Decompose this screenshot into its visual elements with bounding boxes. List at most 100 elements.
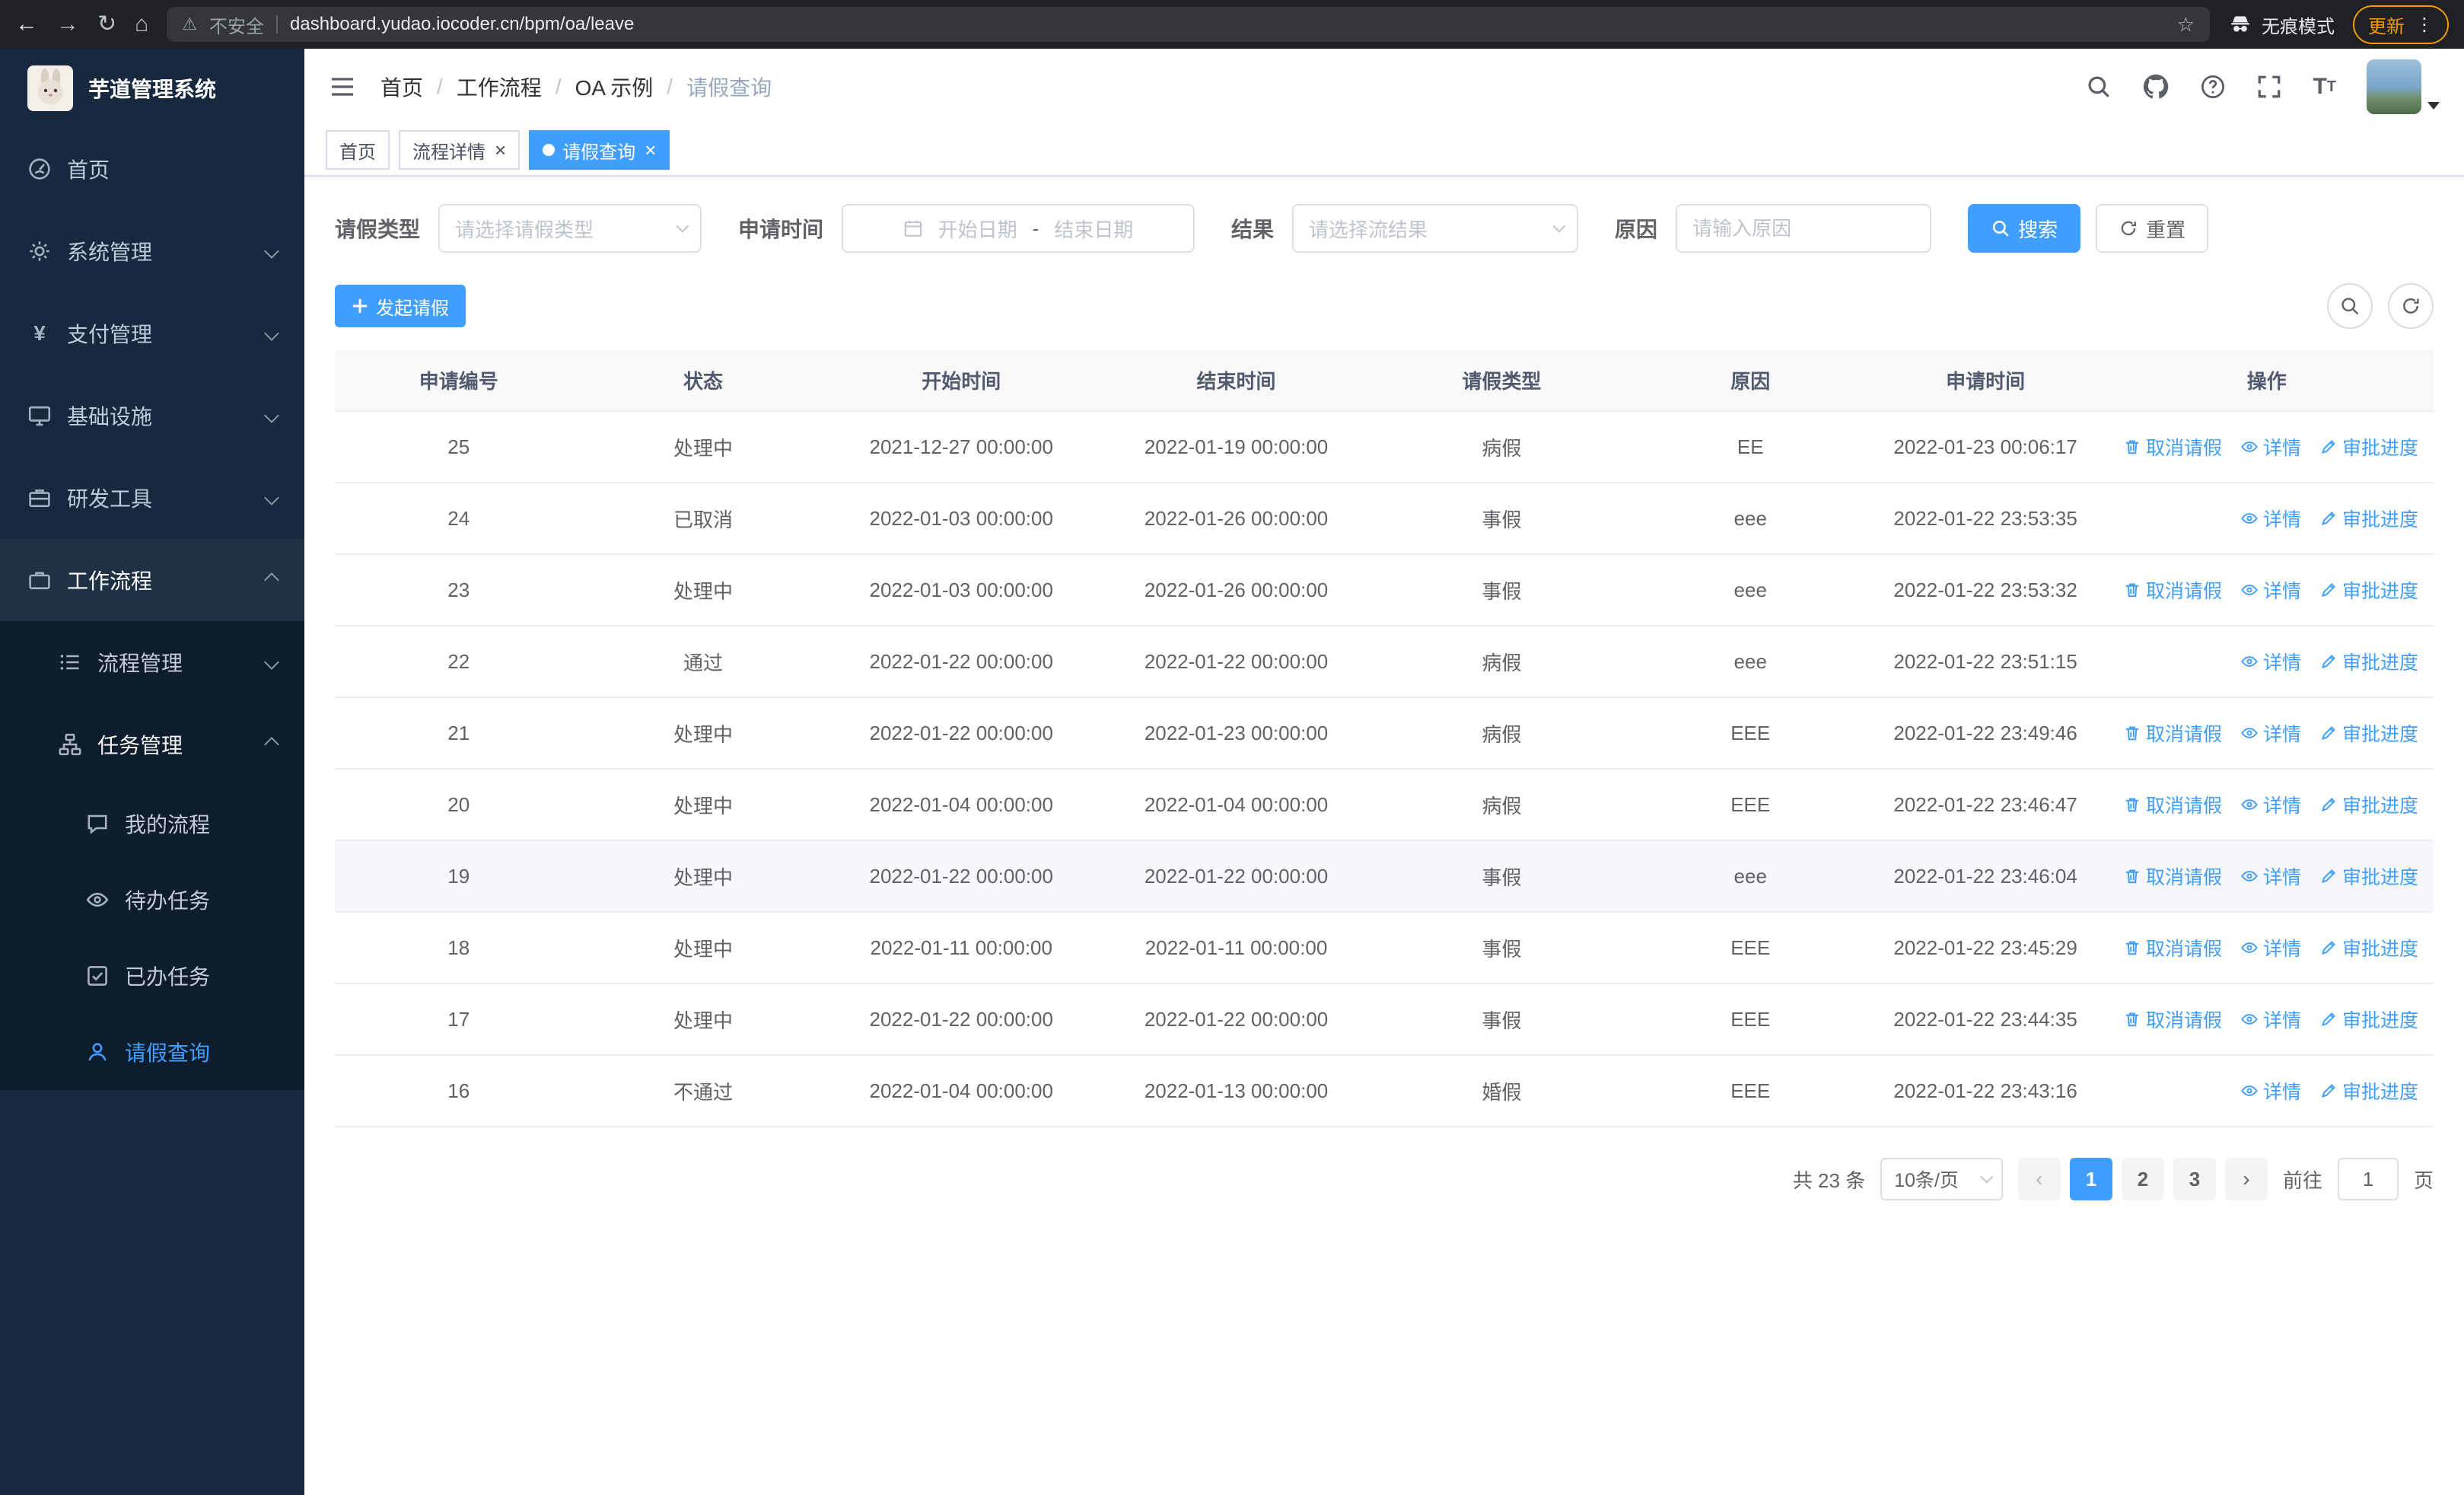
address-bar[interactable]: ⚠ 不安全 dashboard.yudao.iocoder.cn/bpm/oa/…	[167, 7, 2210, 42]
goto-page-input[interactable]	[2337, 1158, 2399, 1200]
action-detail-link[interactable]: 详情	[2240, 1077, 2301, 1105]
action-progress-link[interactable]: 审批进度	[2319, 934, 2418, 961]
browser-home-icon[interactable]: ⌂	[135, 13, 148, 36]
page-button-1[interactable]: 1	[2069, 1158, 2112, 1200]
cell-reason: eee	[1629, 840, 1871, 913]
browser-update-button[interactable]: 更新 ⋮	[2353, 5, 2449, 44]
sidebar-item-devtools[interactable]: 研发工具	[0, 457, 304, 539]
sidebar-item-done-tasks[interactable]: 已办任务	[0, 938, 304, 1014]
user-menu[interactable]	[2367, 59, 2440, 114]
chevron-down-icon	[1552, 219, 1566, 233]
action-detail-link[interactable]: 详情	[2240, 791, 2301, 818]
leave-table: 申请编号 状态 开始时间 结束时间 请假类型 原因 申请时间 操作 25 处理中 2…	[335, 350, 2434, 1127]
action-detail-link[interactable]: 详情	[2240, 934, 2301, 961]
help-icon[interactable]	[2200, 74, 2226, 100]
security-warning-label[interactable]: 不安全	[209, 11, 264, 38]
cell-end-time: 2022-01-22 00:00:00	[1098, 626, 1374, 698]
github-icon[interactable]	[2142, 73, 2170, 100]
breadcrumb-item[interactable]: OA 示例	[575, 72, 654, 102]
browser-forward-icon[interactable]: →	[56, 13, 79, 36]
sidebar-item-todo-tasks[interactable]: 待办任务	[0, 862, 304, 938]
sidebar-item-leave-query[interactable]: 请假查询	[0, 1014, 304, 1090]
create-leave-button[interactable]: 发起请假	[335, 285, 466, 327]
action-cancel-link[interactable]: 取消请假	[2123, 791, 2222, 818]
sidebar-item-process-mgmt[interactable]: 流程管理	[0, 621, 304, 703]
search-button[interactable]: 搜索	[1968, 204, 2081, 253]
action-cancel-link[interactable]: 取消请假	[2123, 719, 2222, 747]
app-logo[interactable]: 芋道管理系统	[0, 49, 304, 128]
action-detail-link[interactable]: 详情	[2240, 719, 2301, 747]
sidebar-item-workflow[interactable]: 工作流程	[0, 539, 304, 621]
page-size-select[interactable]: 10条/页	[1880, 1158, 2003, 1200]
refresh-table-button[interactable]	[2388, 283, 2434, 329]
eye-icon	[85, 888, 110, 912]
action-detail-link[interactable]: 详情	[2240, 862, 2301, 890]
sidebar-item-my-process[interactable]: 我的流程	[0, 786, 304, 862]
browser-menu-icon[interactable]: ⋮	[2415, 14, 2434, 36]
chevron-down-icon	[264, 408, 279, 423]
action-cancel-link[interactable]: 取消请假	[2123, 576, 2222, 604]
tab-leave-query[interactable]: 请假查询 ×	[529, 130, 670, 170]
breadcrumb-item[interactable]: 工作流程	[457, 72, 542, 102]
pagination-total: 共 23 条	[1792, 1168, 1866, 1192]
bookmark-star-icon[interactable]: ☆	[2177, 13, 2195, 37]
result-select[interactable]: 请选择流结果	[1292, 204, 1579, 253]
sidebar-collapse-icon[interactable]	[329, 73, 356, 100]
reset-button[interactable]: 重置	[2096, 204, 2209, 253]
action-detail-link[interactable]: 详情	[2240, 1006, 2301, 1033]
prev-page-button[interactable]: ‹	[2017, 1158, 2061, 1200]
fullscreen-icon[interactable]	[2256, 74, 2282, 100]
sidebar-item-home[interactable]: 首页	[0, 128, 304, 210]
close-icon[interactable]: ×	[645, 140, 656, 160]
eye-icon	[2240, 724, 2259, 742]
action-detail-link[interactable]: 详情	[2240, 576, 2301, 604]
action-progress-link[interactable]: 审批进度	[2319, 1077, 2418, 1105]
eye-icon	[2240, 867, 2259, 885]
action-detail-link[interactable]: 详情	[2240, 433, 2301, 461]
page-button-2[interactable]: 2	[2121, 1158, 2164, 1200]
apply-time-range-picker[interactable]: 开始日期 - 结束日期	[842, 204, 1195, 253]
action-progress-link[interactable]: 审批进度	[2319, 1006, 2418, 1033]
action-cancel-link[interactable]: 取消请假	[2123, 1006, 2222, 1033]
action-cancel-link[interactable]: 取消请假	[2123, 862, 2222, 890]
cell-status: 处理中	[582, 411, 824, 483]
avatar[interactable]	[2367, 59, 2421, 114]
chevron-down-icon	[1980, 1170, 1994, 1184]
font-size-icon[interactable]: TT	[2313, 75, 2336, 98]
action-detail-link[interactable]: 详情	[2240, 505, 2301, 532]
toggle-search-button[interactable]	[2327, 283, 2373, 329]
action-progress-link[interactable]: 审批进度	[2319, 576, 2418, 604]
page-button-3[interactable]: 3	[2173, 1158, 2216, 1200]
table-row: 21 处理中 2022-01-22 00:00:00 2022-01-23 00:00…	[335, 697, 2434, 770]
browser-back-icon[interactable]: ←	[15, 13, 38, 36]
tab-home[interactable]: 首页	[326, 130, 390, 170]
action-progress-link[interactable]: 审批进度	[2319, 433, 2418, 461]
action-label: 详情	[2262, 1081, 2301, 1103]
sidebar-item-payment[interactable]: ¥ 支付管理	[0, 292, 304, 375]
action-cancel-link[interactable]: 取消请假	[2123, 934, 2222, 961]
next-page-button[interactable]: ›	[2224, 1158, 2268, 1200]
reason-input[interactable]	[1676, 204, 1932, 253]
close-icon[interactable]: ×	[495, 140, 506, 160]
table-row: 18 处理中 2022-01-11 00:00:00 2022-01-11 00:00…	[335, 912, 2434, 984]
eye-icon	[2240, 1010, 2259, 1028]
action-progress-link[interactable]: 审批进度	[2319, 648, 2418, 675]
browser-reload-icon[interactable]: ↻	[97, 13, 116, 36]
action-progress-link[interactable]: 审批进度	[2319, 719, 2418, 747]
breadcrumb-item[interactable]: 首页	[380, 72, 423, 102]
sidebar-item-system[interactable]: 系统管理	[0, 210, 304, 292]
url-text[interactable]: dashboard.yudao.iocoder.cn/bpm/oa/leave	[290, 14, 634, 35]
tab-process-detail[interactable]: 流程详情 ×	[399, 130, 520, 170]
action-detail-link[interactable]: 详情	[2240, 648, 2301, 675]
cell-status: 不通过	[582, 1055, 824, 1127]
sidebar-item-task-mgmt[interactable]: 任务管理	[0, 703, 304, 786]
sidebar: 芋道管理系统 首页 系统管理 ¥ 支付管理 基础设施 研发工具 工作流程 流程管…	[0, 49, 304, 1495]
cell-reason: EEE	[1629, 697, 1871, 770]
action-cancel-link[interactable]: 取消请假	[2123, 433, 2222, 461]
action-progress-link[interactable]: 审批进度	[2319, 505, 2418, 532]
action-progress-link[interactable]: 审批进度	[2319, 791, 2418, 818]
action-progress-link[interactable]: 审批进度	[2319, 862, 2418, 890]
leave-type-select[interactable]: 请选择请假类型	[438, 204, 702, 253]
search-icon[interactable]	[2086, 74, 2112, 100]
sidebar-item-infrastructure[interactable]: 基础设施	[0, 375, 304, 457]
